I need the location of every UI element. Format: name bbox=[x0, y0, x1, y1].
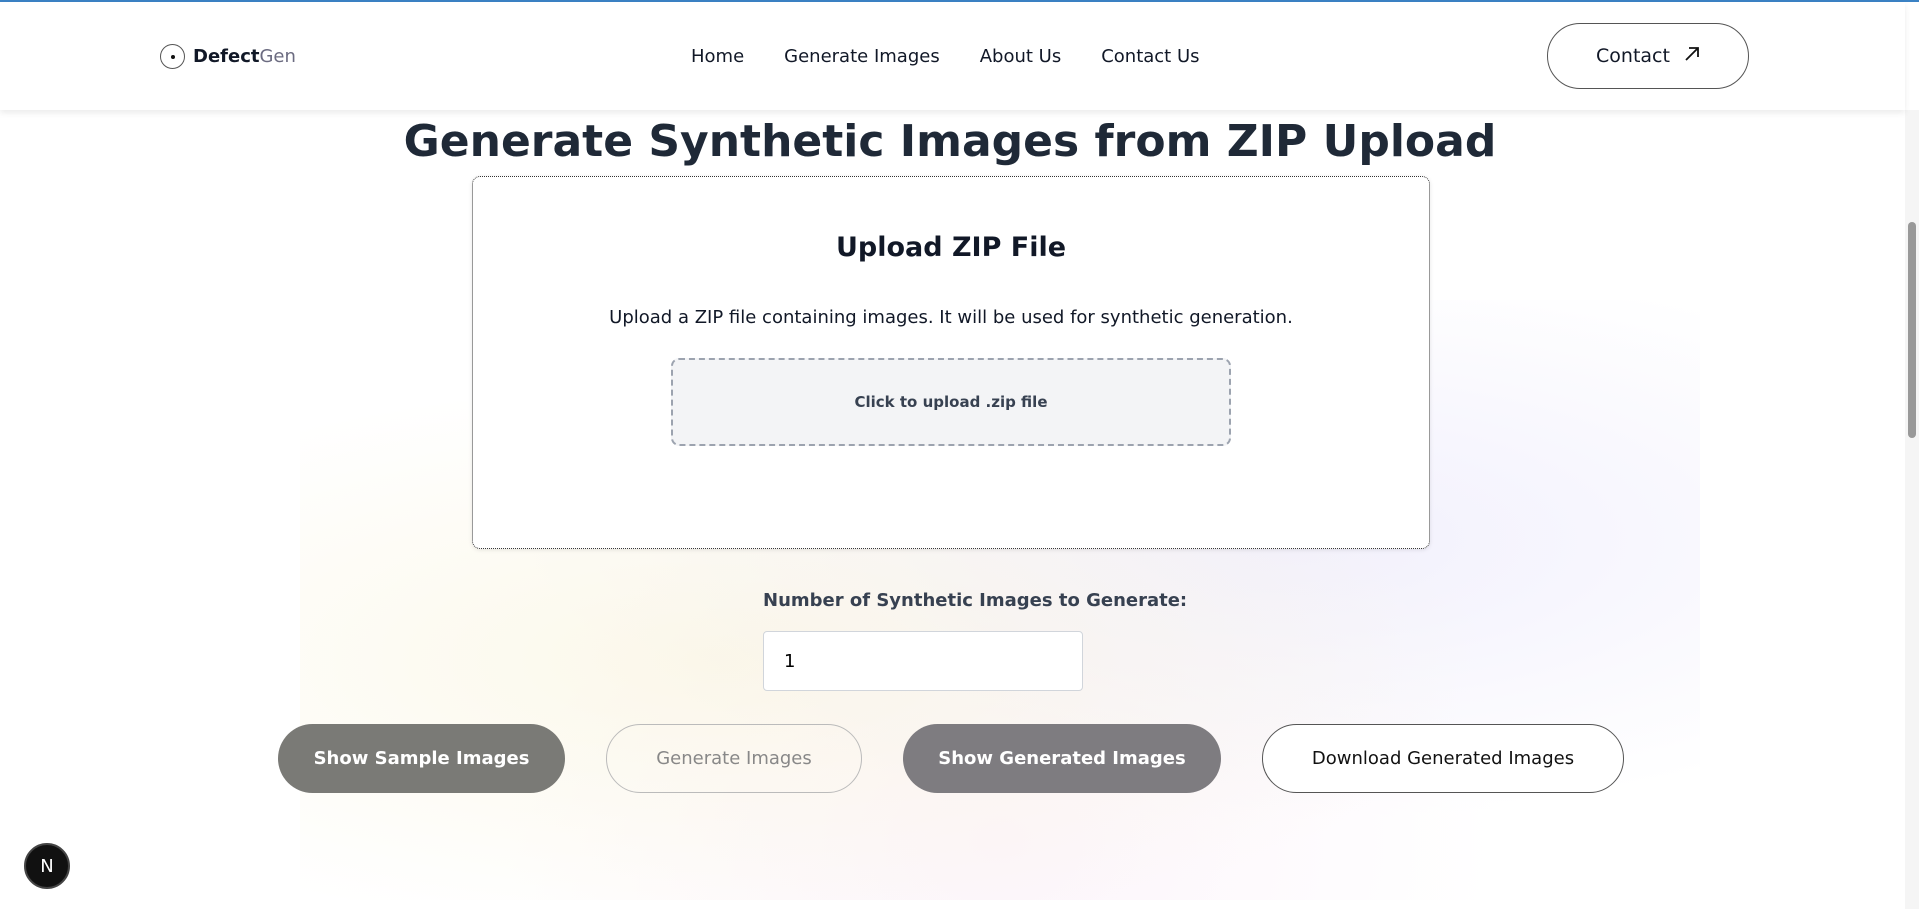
contact-label: Contact bbox=[1596, 45, 1670, 67]
logo-text: Defect bbox=[193, 46, 260, 67]
logo[interactable]: DefectGen bbox=[160, 44, 296, 69]
nav-home[interactable]: Home bbox=[691, 46, 744, 67]
nav-contact-us[interactable]: Contact Us bbox=[1101, 46, 1199, 67]
main-nav: Home Generate Images About Us Contact Us bbox=[691, 46, 1200, 67]
upload-heading: Upload ZIP File bbox=[835, 232, 1067, 263]
site-header: DefectGen Home Generate Images About Us … bbox=[0, 2, 1905, 110]
download-generated-images-button[interactable]: Download Generated Images bbox=[1262, 724, 1624, 793]
arrow-up-right-icon bbox=[1684, 45, 1700, 67]
show-sample-images-button[interactable]: Show Sample Images bbox=[278, 724, 565, 793]
count-label: Number of Synthetic Images to Generate: bbox=[763, 590, 1188, 611]
page-title: Generate Synthetic Images from ZIP Uploa… bbox=[403, 116, 1497, 167]
nextjs-badge[interactable]: N bbox=[24, 843, 70, 889]
upload-description: Upload a ZIP file containing images. It … bbox=[609, 307, 1293, 328]
zip-dropzone[interactable]: Click to upload .zip file bbox=[671, 358, 1231, 446]
count-input[interactable] bbox=[763, 631, 1083, 691]
generate-images-button[interactable]: Generate Images bbox=[606, 724, 862, 793]
logo-icon bbox=[160, 44, 185, 69]
nav-about-us[interactable]: About Us bbox=[980, 46, 1062, 67]
logo-accent: Gen bbox=[259, 46, 296, 67]
scrollbar[interactable] bbox=[1905, 110, 1919, 909]
upload-card: Upload ZIP File Upload a ZIP file contai… bbox=[472, 176, 1430, 549]
show-generated-images-button[interactable]: Show Generated Images bbox=[903, 724, 1221, 793]
contact-button[interactable]: Contact bbox=[1547, 23, 1749, 89]
scrollbar-thumb[interactable] bbox=[1908, 222, 1916, 438]
nav-generate-images[interactable]: Generate Images bbox=[784, 46, 940, 67]
